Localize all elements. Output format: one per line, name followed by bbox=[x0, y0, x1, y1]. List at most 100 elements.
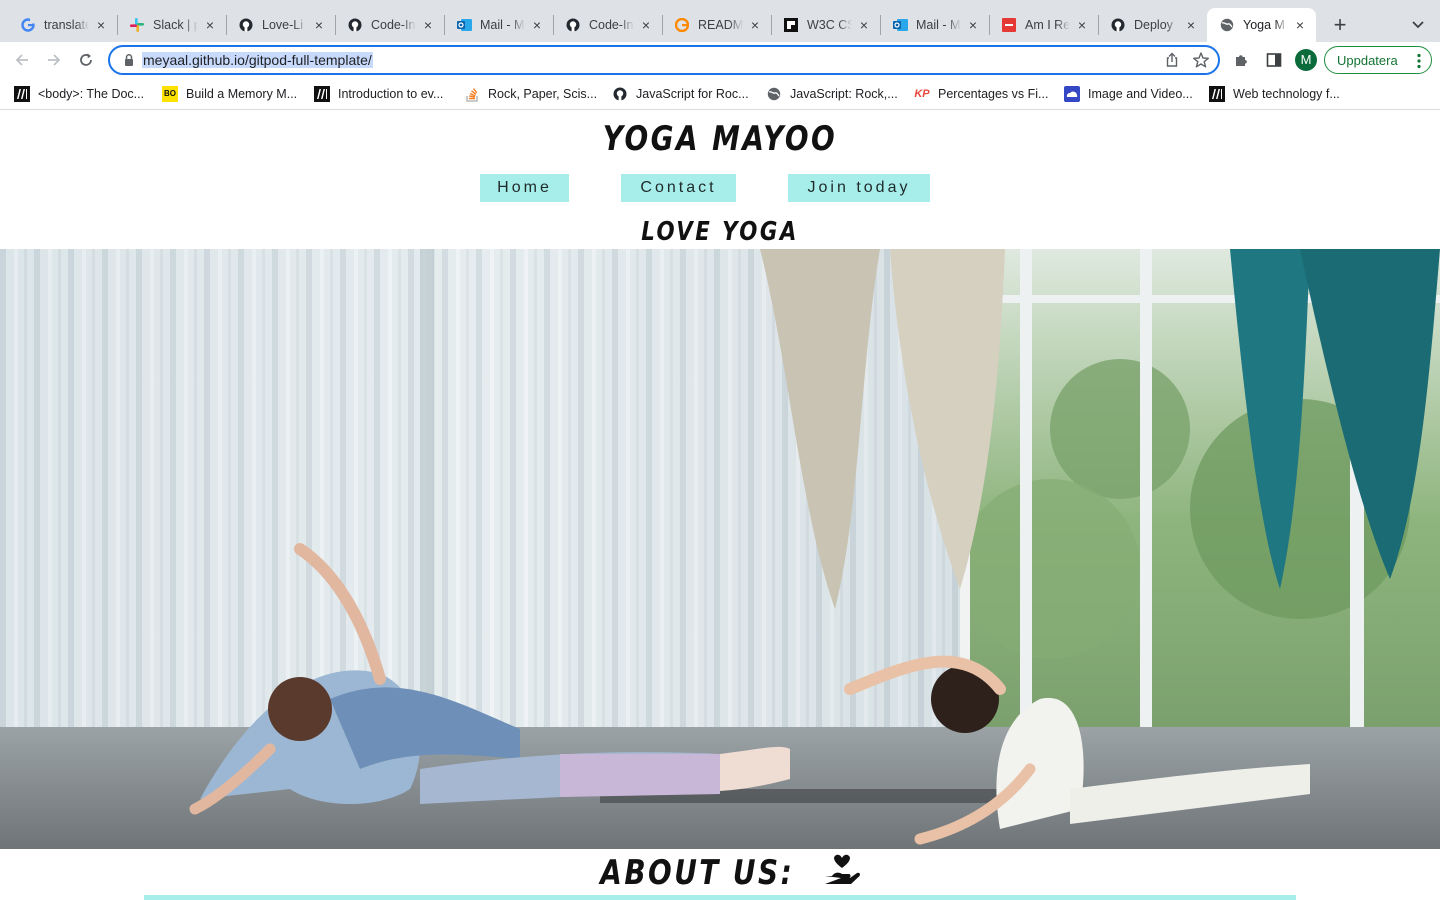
github-icon bbox=[1110, 17, 1126, 33]
tab-search-button[interactable] bbox=[1404, 14, 1432, 36]
tagline: LOVE YOGA bbox=[641, 217, 799, 247]
browser-tab[interactable]: Yoga M × bbox=[1207, 8, 1316, 42]
tab-title: Deploy bbox=[1134, 18, 1173, 32]
nav-contact[interactable]: Contact bbox=[621, 174, 736, 202]
tab-separator bbox=[771, 15, 772, 35]
update-button[interactable]: Uppdatera bbox=[1324, 46, 1432, 74]
arrow-left-icon bbox=[15, 54, 28, 66]
outlook-icon bbox=[456, 17, 472, 33]
github-icon bbox=[612, 86, 628, 102]
amiresponsive-icon bbox=[1001, 17, 1017, 33]
browser-tab[interactable]: Mail - M × bbox=[444, 8, 553, 42]
side-panel-button[interactable] bbox=[1264, 50, 1284, 70]
forward-button[interactable] bbox=[40, 46, 68, 74]
bookmark-item[interactable]: <body>: The Doc... bbox=[14, 86, 144, 102]
bookmark-item[interactable]: KP Percentages vs Fi... bbox=[914, 86, 1048, 102]
bookmark-star-icon[interactable] bbox=[1192, 51, 1210, 69]
url-text[interactable]: meyaal.github.io/gitpod-full-template/ bbox=[142, 52, 373, 68]
bookmark-item[interactable]: Image and Video... bbox=[1064, 86, 1193, 102]
bookmark-label: Build a Memory M... bbox=[186, 87, 298, 101]
browser-tab[interactable]: Mail - M × bbox=[880, 8, 989, 42]
close-icon[interactable]: × bbox=[311, 17, 327, 33]
browser-tab[interactable]: Slack | p × bbox=[117, 8, 226, 42]
close-icon[interactable]: × bbox=[420, 17, 436, 33]
tab-title: README bbox=[698, 18, 743, 32]
new-tab-button[interactable]: + bbox=[1326, 12, 1354, 40]
back-button[interactable] bbox=[8, 46, 36, 74]
tab-title: Mail - M bbox=[480, 18, 525, 32]
close-icon[interactable]: × bbox=[93, 17, 109, 33]
main-nav: Home Contact Join today bbox=[0, 174, 1440, 202]
bookmark-item[interactable]: JavaScript for Roc... bbox=[612, 86, 749, 102]
tab-title: Love-Li bbox=[262, 18, 303, 32]
close-icon[interactable]: × bbox=[529, 17, 545, 33]
bookmark-label: Web technology f... bbox=[1233, 87, 1340, 101]
tab-separator bbox=[662, 15, 663, 35]
browser-tab[interactable]: Deploy × bbox=[1098, 8, 1207, 42]
puzzle-icon bbox=[1236, 55, 1247, 66]
browser-tab[interactable]: README × bbox=[662, 8, 771, 42]
tab-title: W3C CS bbox=[807, 18, 852, 32]
share-icon[interactable] bbox=[1164, 52, 1180, 68]
close-icon[interactable]: × bbox=[747, 17, 763, 33]
extensions-button[interactable] bbox=[1232, 50, 1252, 70]
yoga-studio-illustration bbox=[0, 249, 1440, 849]
tab-title: Yoga M bbox=[1243, 18, 1285, 32]
tab-separator bbox=[989, 15, 990, 35]
browser-tab[interactable]: W3C CS × bbox=[771, 8, 880, 42]
bookmark-label: Rock, Paper, Scis... bbox=[488, 87, 598, 101]
kebab-menu-icon bbox=[1417, 53, 1421, 69]
close-icon[interactable]: × bbox=[965, 17, 981, 33]
browser-tab[interactable]: translate × bbox=[8, 8, 117, 42]
browser-tab[interactable]: Code-In × bbox=[335, 8, 444, 42]
slack-icon bbox=[129, 17, 145, 33]
bo-icon: BO bbox=[162, 86, 178, 102]
bookmark-label: JavaScript for Roc... bbox=[636, 87, 749, 101]
tab-separator bbox=[117, 15, 118, 35]
about-heading: ABOUT US: bbox=[599, 853, 794, 893]
tab-separator bbox=[335, 15, 336, 35]
nav-join-today[interactable]: Join today bbox=[788, 174, 930, 202]
lock-icon bbox=[125, 54, 133, 66]
site-title: YOGA MAYOO bbox=[602, 119, 838, 159]
bookmark-item[interactable]: Introduction to ev... bbox=[314, 86, 443, 102]
reload-button[interactable] bbox=[72, 46, 100, 74]
browser-tab[interactable]: Code-In × bbox=[553, 8, 662, 42]
tab-title: Slack | p bbox=[153, 18, 198, 32]
about-section: ABOUT US: bbox=[0, 853, 1440, 893]
tab-title: Code-In bbox=[371, 18, 416, 32]
tab-title: translate bbox=[44, 18, 89, 32]
tab-title: Code-In bbox=[589, 18, 634, 32]
bookmark-item[interactable]: Rock, Paper, Scis... bbox=[464, 86, 597, 102]
bookmark-item[interactable]: Web technology f... bbox=[1209, 86, 1340, 102]
github-icon bbox=[347, 17, 363, 33]
tab-separator bbox=[226, 15, 227, 35]
address-bar[interactable]: meyaal.github.io/gitpod-full-template/ bbox=[108, 45, 1220, 75]
tab-separator bbox=[1098, 15, 1099, 35]
tab-strip: translate × Slack | p × Love-Li × Code-In × Mail… bbox=[0, 0, 1440, 42]
profile-avatar[interactable]: M bbox=[1295, 49, 1317, 71]
close-icon[interactable]: × bbox=[1074, 17, 1090, 33]
browser-tab[interactable]: Am I Re × bbox=[989, 8, 1098, 42]
tab-separator bbox=[444, 15, 445, 35]
outlook-icon bbox=[892, 17, 908, 33]
close-icon[interactable]: × bbox=[856, 17, 872, 33]
gitpod-icon bbox=[674, 17, 690, 33]
nav-home[interactable]: Home bbox=[480, 174, 569, 202]
close-icon[interactable]: × bbox=[1183, 17, 1199, 33]
tab-separator bbox=[880, 15, 881, 35]
hero-image bbox=[0, 249, 1440, 849]
tab-separator bbox=[553, 15, 554, 35]
close-icon[interactable]: × bbox=[638, 17, 654, 33]
w3c-icon bbox=[783, 17, 799, 33]
close-icon[interactable]: × bbox=[1292, 17, 1308, 33]
bookmark-item[interactable]: JavaScript: Rock,... bbox=[766, 86, 898, 102]
bookmark-label: Introduction to ev... bbox=[338, 87, 444, 101]
bookmark-item[interactable]: BO Build a Memory M... bbox=[162, 86, 297, 102]
bookmark-label: Image and Video... bbox=[1088, 87, 1193, 101]
close-icon[interactable]: × bbox=[202, 17, 218, 33]
github-icon bbox=[565, 17, 581, 33]
bookmark-label: Percentages vs Fi... bbox=[938, 87, 1049, 101]
web-page: YOGA MAYOO Home Contact Join today LOVE … bbox=[0, 111, 1440, 900]
browser-tab[interactable]: Love-Li × bbox=[226, 8, 335, 42]
